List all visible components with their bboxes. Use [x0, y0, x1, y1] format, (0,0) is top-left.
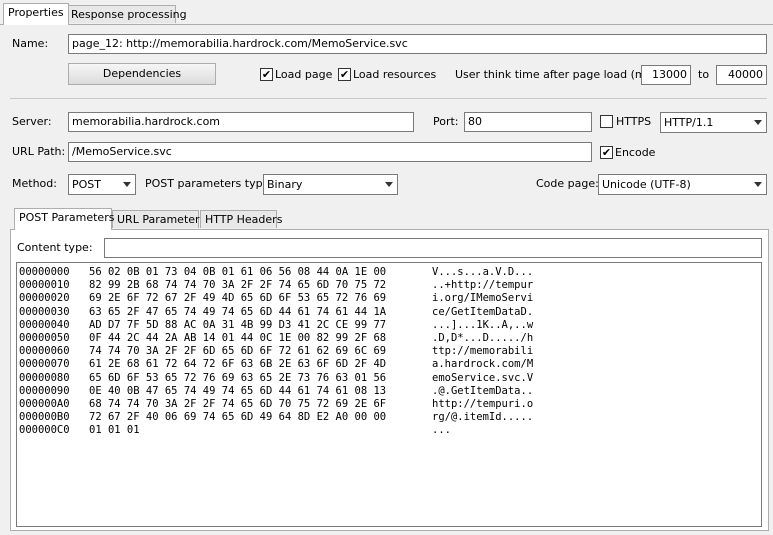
code-page-value: Unicode (UTF-8) — [602, 178, 691, 191]
post-params-type-value: Binary — [267, 178, 303, 191]
load-page-label: Load page — [275, 68, 333, 81]
hex-offsets: 00000000 00000010 00000020 00000030 0000… — [19, 266, 70, 437]
load-page-checkbox[interactable]: ✔ — [260, 68, 273, 81]
content-type-field[interactable] — [104, 238, 762, 258]
name-label: Name: — [12, 37, 49, 50]
think-time-to-label: to — [698, 68, 710, 81]
chevron-down-icon — [123, 182, 131, 187]
hex-ascii: V...s...a.V.D... ..+http://tempur i.org/… — [432, 266, 534, 437]
chevron-down-icon — [385, 182, 393, 187]
think-time-to-field[interactable]: 40000 — [716, 65, 767, 85]
tab-post-parameters[interactable]: POST Parameters — [14, 208, 114, 230]
think-time-label: User think time after page load (ms): — [455, 68, 660, 81]
tab-url-parameters[interactable]: URL Parameters — [112, 210, 205, 228]
chevron-down-icon — [754, 182, 762, 187]
https-checkbox[interactable] — [600, 115, 613, 128]
tab-strip-line — [0, 24, 773, 25]
method-value: POST — [72, 178, 101, 191]
tab-http-headers[interactable]: HTTP Headers — [200, 210, 282, 228]
https-label: HTTPS — [616, 115, 652, 128]
url-path-label: URL Path: — [12, 145, 66, 158]
server-field[interactable]: memorabilia.hardrock.com — [68, 112, 414, 132]
method-label: Method: — [12, 177, 57, 190]
dependencies-button[interactable]: Dependencies — [68, 63, 216, 85]
code-page-select[interactable]: Unicode (UTF-8) — [598, 174, 767, 195]
post-params-type-select[interactable]: Binary — [263, 174, 398, 195]
port-label: Port: — [433, 115, 459, 128]
server-label: Server: — [12, 115, 52, 128]
load-resources-checkbox[interactable]: ✔ — [338, 68, 351, 81]
separator — [10, 98, 767, 99]
content-type-label: Content type: — [17, 241, 93, 254]
method-select[interactable]: POST — [68, 174, 136, 195]
encode-label: Encode — [615, 146, 656, 159]
encode-checkbox[interactable]: ✔ — [600, 146, 613, 159]
name-field[interactable]: page_12: http://memorabilia.hardrock.com… — [68, 34, 767, 54]
code-page-label: Code page: — [536, 177, 599, 190]
tab-response-processing[interactable]: Response processing — [66, 5, 187, 23]
port-field[interactable]: 80 — [464, 112, 592, 132]
http-version-value: HTTP/1.1 — [664, 116, 714, 129]
load-resources-label: Load resources — [353, 68, 437, 81]
http-version-select[interactable]: HTTP/1.1 — [660, 112, 767, 133]
hex-bytes: 56 02 0B 01 73 04 0B 01 61 06 56 08 44 0… — [89, 266, 387, 437]
post-params-type-label: POST parameters type: — [145, 177, 274, 190]
tab-properties[interactable]: Properties — [3, 3, 69, 25]
think-time-from-field[interactable]: 13000 — [641, 65, 691, 85]
url-path-field[interactable]: /MemoService.svc — [68, 142, 592, 162]
chevron-down-icon — [754, 120, 762, 125]
